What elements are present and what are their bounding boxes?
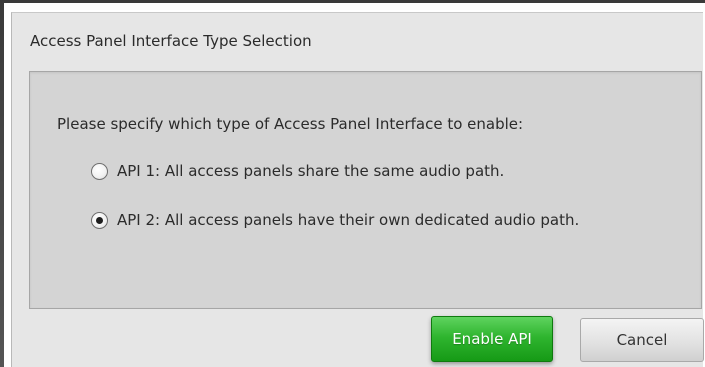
enable-api-button[interactable]: Enable API [431,316,553,362]
window-top-edge [0,0,705,3]
content-panel: Please specify which type of Access Pane… [29,71,702,309]
prompt-text: Please specify which type of Access Pane… [57,115,524,133]
screen: Access Panel Interface Type Selection Pl… [0,0,705,367]
cancel-button[interactable]: Cancel [580,318,704,362]
api2-radio-button[interactable] [91,211,108,229]
api2-option-label[interactable]: API 2: All access panels have their own … [117,211,579,229]
dialog-title: Access Panel Interface Type Selection [30,32,312,50]
api1-option[interactable]: API 1: All access panels share the same … [91,158,504,184]
api1-option-label[interactable]: API 1: All access panels share the same … [117,162,504,180]
api1-radio-button[interactable] [91,162,108,180]
radio-dot-icon [96,216,103,224]
api2-option[interactable]: API 2: All access panels have their own … [91,207,579,233]
window-left-edge [0,0,4,367]
api-selection-dialog: Access Panel Interface Type Selection Pl… [11,12,704,367]
